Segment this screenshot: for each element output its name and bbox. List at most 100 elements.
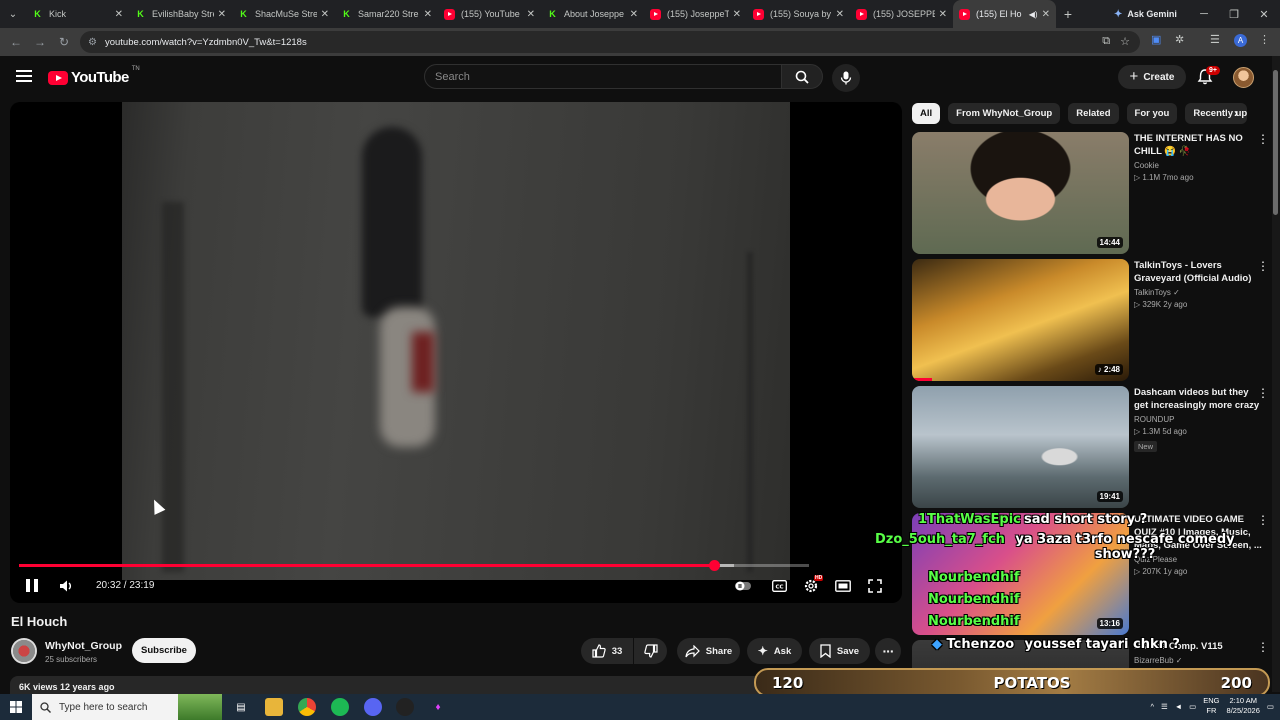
recommendation-channel[interactable]: ROUNDUP: [1134, 415, 1262, 424]
scrollbar-thumb[interactable]: [1273, 70, 1278, 215]
close-tab-icon[interactable]: ✕: [527, 9, 535, 20]
filter-chip[interactable]: Related: [1068, 103, 1119, 124]
file-explorer-icon[interactable]: [265, 698, 283, 716]
back-icon[interactable]: ←: [4, 30, 28, 54]
guide-menu-icon[interactable]: [16, 70, 32, 82]
network-icon[interactable]: ☰: [1161, 702, 1168, 711]
recommendation-channel[interactable]: TalkinToys ✓: [1134, 288, 1262, 297]
browser-tab[interactable]: (155) JoseppeT ✕: [644, 0, 747, 28]
tab-manager-icon[interactable]: ☰: [1210, 33, 1220, 46]
channel-name[interactable]: WhyNot_Group: [45, 640, 122, 652]
more-options-icon[interactable]: ⋮: [1257, 640, 1269, 654]
clock[interactable]: 2:10 AM 8/25/2026: [1227, 696, 1260, 716]
filter-chip[interactable]: All: [912, 103, 941, 124]
create-button[interactable]: + Create: [1118, 65, 1186, 89]
browser-tab[interactable]: K About Joseppe ✕: [541, 0, 644, 28]
close-tab-icon[interactable]: ✕: [836, 9, 844, 20]
more-options-icon[interactable]: ⋮: [1257, 513, 1269, 527]
filter-chip[interactable]: Recently uplo: [1185, 103, 1248, 124]
browser-tab[interactable]: (155) El Ho ◀) ✕: [953, 0, 1056, 28]
close-tab-icon[interactable]: ✕: [939, 9, 947, 20]
browser-tab[interactable]: K EvilishBaby Stre ✕: [129, 0, 232, 28]
ask-gemini-button[interactable]: ✦ Ask Gemini: [1106, 5, 1185, 23]
fullscreen-button[interactable]: [867, 578, 883, 594]
video-player[interactable]: [10, 102, 902, 603]
spotify-icon[interactable]: [331, 698, 349, 716]
browser-tab[interactable]: (155) YouTube ✕: [438, 0, 541, 28]
restore-icon[interactable]: ❐: [1218, 0, 1250, 28]
reload-icon[interactable]: ↻: [52, 30, 76, 54]
voice-search-button[interactable]: [832, 64, 860, 92]
pin-app-icon[interactable]: ♦: [429, 698, 447, 716]
video-thumbnail[interactable]: ♪ 2:48: [912, 259, 1129, 381]
progress-bar[interactable]: [19, 560, 809, 571]
more-options-icon[interactable]: ⋮: [1257, 259, 1269, 273]
ask-button[interactable]: ✦ Ask: [747, 638, 802, 664]
tab-audio-icon[interactable]: ◀): [1029, 10, 1038, 19]
recommendation-channel[interactable]: Cookie: [1134, 161, 1262, 170]
minimize-icon[interactable]: ─: [1188, 0, 1220, 28]
browser-tab[interactable]: K Kick ✕: [26, 0, 129, 28]
account-avatar[interactable]: [1233, 67, 1254, 88]
like-button[interactable]: 33: [581, 638, 633, 664]
browser-tab[interactable]: (155) JOSEPPE ✕: [850, 0, 953, 28]
chevron-right-icon[interactable]: ›: [1234, 106, 1238, 120]
close-tab-icon[interactable]: ✕: [424, 9, 432, 20]
browser-tab[interactable]: (155) Souya by ✕: [747, 0, 850, 28]
tray-overflow-icon[interactable]: ^: [1150, 702, 1154, 711]
filter-chip[interactable]: From WhyNot_Group: [948, 103, 1061, 124]
browser-menu-icon[interactable]: ⋮: [1259, 33, 1270, 46]
taskbar-search-input[interactable]: Type here to search: [32, 694, 178, 720]
extensions-puzzle-icon[interactable]: ✲: [1175, 33, 1184, 46]
dislike-button[interactable]: [634, 638, 667, 664]
address-bar[interactable]: ⚙ youtube.com/watch?v=Yzdmbn0V_Tw&t=1218…: [80, 31, 1140, 53]
close-window-icon[interactable]: ✕: [1248, 0, 1280, 28]
app-icon[interactable]: [396, 698, 414, 716]
task-view-icon[interactable]: ▤: [232, 698, 250, 716]
notification-center-icon[interactable]: ▭: [1267, 702, 1274, 711]
close-tab-icon[interactable]: ✕: [1042, 9, 1050, 20]
battery-icon[interactable]: ▭: [1189, 702, 1196, 711]
filter-chip[interactable]: For you: [1126, 103, 1178, 124]
close-tab-icon[interactable]: ✕: [321, 9, 329, 20]
recommendation-title[interactable]: Dashcam videos but they get increasingly…: [1134, 386, 1262, 412]
volume-icon[interactable]: [58, 578, 74, 594]
install-app-icon[interactable]: ⧉: [1102, 35, 1110, 48]
discord-icon[interactable]: [364, 698, 382, 716]
browser-tab[interactable]: K Samar220 Stre ✕: [335, 0, 438, 28]
speaker-icon[interactable]: ◄: [1175, 702, 1182, 711]
start-button[interactable]: [0, 694, 32, 720]
close-tab-icon[interactable]: ✕: [218, 9, 226, 20]
extension-icon[interactable]: ▣: [1151, 33, 1161, 46]
autoplay-toggle[interactable]: [735, 578, 751, 594]
recommendation-title[interactable]: TalkinToys - Lovers Graveyard (Official …: [1134, 259, 1262, 285]
weather-widget[interactable]: [178, 694, 222, 720]
site-info-icon[interactable]: ⚙: [88, 37, 97, 48]
close-tab-icon[interactable]: ✕: [733, 9, 741, 20]
pause-icon[interactable]: [26, 579, 38, 592]
browser-tab[interactable]: K ShacMuSe Stre ✕: [232, 0, 335, 28]
recommendation-card[interactable]: ♪ 2:48 TalkinToys - Lovers Graveyard (Off…: [912, 259, 1269, 381]
share-button[interactable]: Share: [677, 638, 740, 664]
recommendation-card[interactable]: 14:44 THE INTERNET HAS NO CHILL 😭 🥀 Cookie…: [912, 132, 1269, 254]
more-options-icon[interactable]: ⋮: [1257, 386, 1269, 400]
channel-avatar[interactable]: [11, 638, 37, 664]
recommendation-card[interactable]: 19:41 Dashcam videos but they get increas…: [912, 386, 1269, 508]
more-actions-button[interactable]: ···: [875, 638, 901, 664]
tab-search-button[interactable]: ⌄: [0, 0, 26, 28]
forward-icon[interactable]: →: [28, 30, 52, 54]
search-button[interactable]: [781, 64, 823, 89]
video-thumbnail[interactable]: 19:41: [912, 386, 1129, 508]
settings-button[interactable]: HD: [803, 575, 824, 594]
profile-icon[interactable]: A: [1234, 34, 1247, 47]
video-thumbnail[interactable]: 14:44: [912, 132, 1129, 254]
bookmark-star-icon[interactable]: ☆: [1120, 35, 1130, 48]
language-indicator[interactable]: ENG FR: [1203, 696, 1219, 716]
recommendation-channel[interactable]: BizarreBub ✓: [1134, 656, 1262, 665]
theater-mode-button[interactable]: [835, 578, 851, 594]
new-tab-button[interactable]: +: [1056, 6, 1080, 22]
recommendation-title[interactable]: THE INTERNET HAS NO CHILL 😭 🥀: [1134, 132, 1262, 158]
close-tab-icon[interactable]: ✕: [115, 9, 123, 20]
subscribe-button[interactable]: Subscribe: [132, 638, 196, 663]
save-button[interactable]: Save: [809, 638, 870, 664]
